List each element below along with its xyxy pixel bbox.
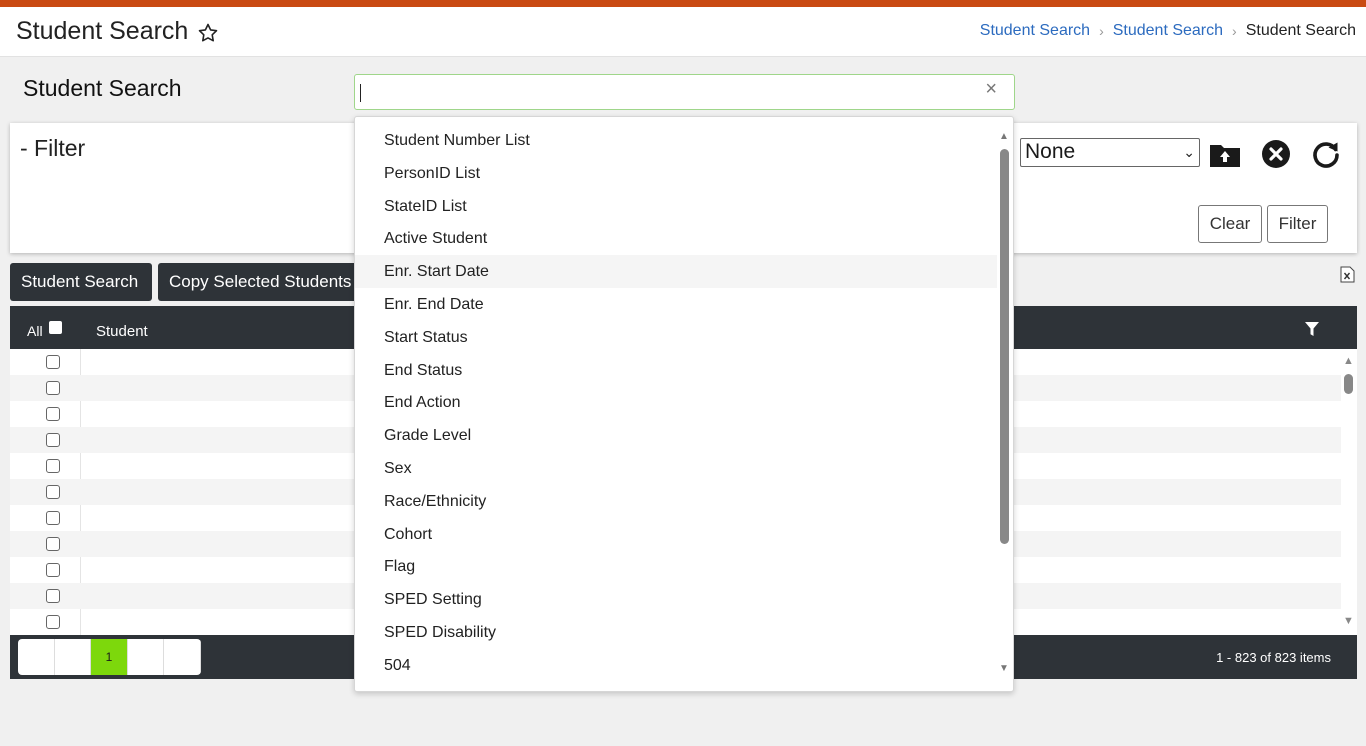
dropdown-option[interactable]: Flag (355, 550, 997, 583)
excel-icon[interactable] (1340, 266, 1355, 283)
dropdown-option[interactable]: 504 (355, 649, 997, 682)
pager-button[interactable] (18, 639, 55, 675)
chevron-right-icon: › (1099, 23, 1104, 39)
scroll-up-icon[interactable]: ▲ (1343, 355, 1354, 367)
filter-funnel-icon[interactable] (1304, 321, 1320, 337)
scrollbar-thumb[interactable] (1000, 149, 1009, 544)
load-filter-button[interactable] (1208, 137, 1242, 171)
scrollbar-thumb[interactable] (1344, 374, 1353, 394)
dropdown-option[interactable]: Student Number List (355, 124, 997, 157)
scroll-down-icon[interactable]: ▼ (999, 663, 1009, 674)
section-title: Student Search (23, 75, 182, 101)
select-all-checkbox[interactable] (49, 321, 62, 334)
item-count: 1 - 823 of 823 items (1216, 650, 1331, 665)
breadcrumb-link[interactable]: Student Search (1113, 22, 1223, 40)
folder-upload-icon (1210, 145, 1240, 167)
dropdown-option[interactable]: Start Status (355, 321, 997, 354)
clear-button[interactable]: Clear (1198, 205, 1262, 243)
search-input[interactable]: × (354, 74, 1015, 110)
remove-filter-button[interactable] (1259, 137, 1293, 171)
row-checkbox[interactable] (46, 615, 60, 629)
row-checkbox[interactable] (46, 563, 60, 577)
breadcrumb-link[interactable]: Student Search (980, 22, 1090, 40)
clear-icon[interactable]: × (985, 78, 997, 101)
copy-selected-students-button[interactable]: Copy Selected Students (158, 263, 368, 301)
dropdown-option[interactable]: SPED Setting (355, 583, 997, 616)
saved-filter-select[interactable]: None ⌄ (1020, 138, 1200, 167)
student-search-button[interactable]: Student Search (10, 263, 152, 301)
dropdown-option[interactable]: Grade Level (355, 419, 997, 452)
dropdown-option[interactable]: SPED Disability (355, 616, 997, 649)
row-checkbox[interactable] (46, 589, 60, 603)
row-checkbox[interactable] (46, 485, 60, 499)
chevron-down-icon: ⌄ (1183, 144, 1195, 160)
dropdown-option[interactable]: Active Student (355, 222, 997, 255)
dropdown-option[interactable]: End Status (355, 354, 997, 387)
close-circle-icon (1262, 140, 1290, 168)
dropdown-option[interactable]: Enr. Start Date (355, 255, 997, 289)
breadcrumb-current: Student Search (1245, 22, 1356, 39)
saved-filter-value: None (1025, 140, 1076, 163)
dropdown-scrollbar[interactable]: ▲ ▼ (996, 117, 1013, 691)
row-checkbox[interactable] (46, 355, 60, 369)
column-header-student[interactable]: Student (96, 323, 148, 340)
dropdown-option[interactable]: Enr. End Date (355, 288, 997, 321)
filter-button[interactable]: Filter (1267, 205, 1328, 243)
select-all-label: All (27, 323, 43, 339)
grid-scrollbar[interactable]: ▲ ▼ (1341, 349, 1357, 635)
filter-toggle[interactable]: - Filter (20, 135, 85, 162)
dropdown-option[interactable]: PersonID List (355, 157, 997, 190)
scroll-up-icon[interactable]: ▲ (999, 131, 1009, 142)
refresh-button[interactable] (1309, 137, 1343, 171)
row-checkbox[interactable] (46, 537, 60, 551)
text-caret (360, 84, 361, 102)
row-checkbox[interactable] (46, 407, 60, 421)
refresh-icon (1313, 142, 1339, 168)
page-title: Student Search (16, 17, 189, 45)
pager: 1 (18, 639, 201, 675)
search-field-dropdown: ▲ ▼ Student Number List PersonID List Stat… (354, 116, 1014, 692)
row-checkbox[interactable] (46, 433, 60, 447)
page-header: Student Search Student Search › Student … (0, 7, 1366, 57)
row-checkbox[interactable] (46, 459, 60, 473)
pager-button[interactable] (164, 639, 201, 675)
row-checkbox[interactable] (46, 381, 60, 395)
pager-button[interactable] (128, 639, 165, 675)
dropdown-option[interactable]: Cohort (355, 518, 997, 551)
dropdown-option[interactable]: End Action (355, 386, 997, 419)
scroll-down-icon[interactable]: ▼ (1343, 615, 1354, 627)
dropdown-option[interactable]: Race/Ethnicity (355, 485, 997, 518)
dropdown-option[interactable]: StateID List (355, 190, 997, 223)
chevron-right-icon: › (1232, 23, 1237, 39)
dropdown-option[interactable]: Sex (355, 452, 997, 485)
star-icon[interactable] (196, 21, 220, 45)
row-checkbox[interactable] (46, 511, 60, 525)
breadcrumb: Student Search › Student Search › Studen… (980, 22, 1356, 40)
top-accent-strip (0, 0, 1366, 7)
pager-button[interactable] (55, 639, 92, 675)
pager-button[interactable]: 1 (91, 639, 128, 675)
